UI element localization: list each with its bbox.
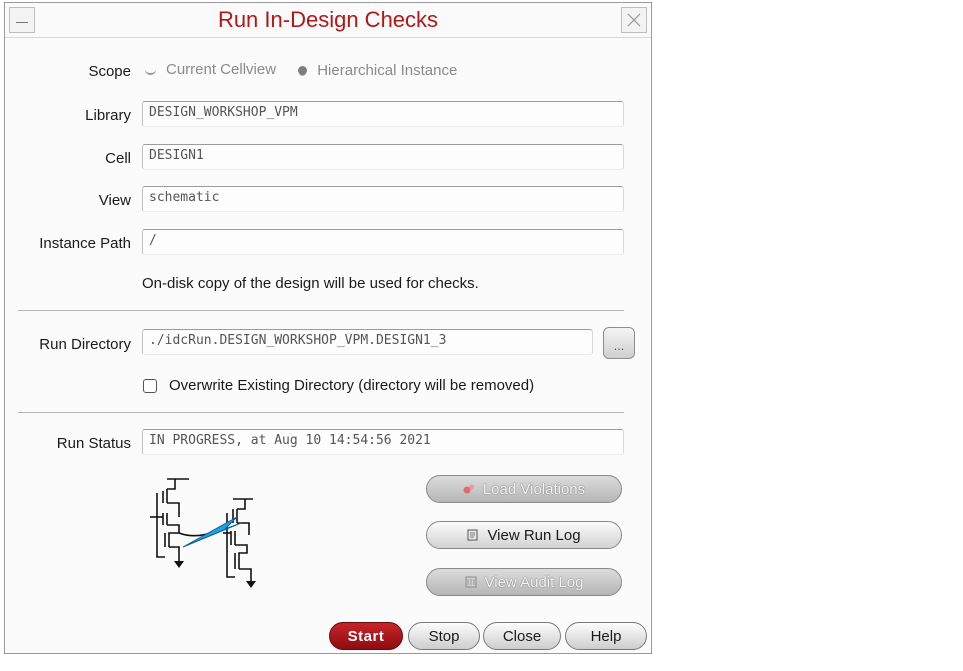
dialog-title: Run In-Design Checks bbox=[217, 7, 439, 32]
audit-log-icon bbox=[465, 576, 477, 588]
load-violations-button[interactable]: Load Violations bbox=[426, 475, 622, 503]
browse-directory-button[interactable]: ... bbox=[603, 327, 635, 359]
run-directory-label: Run Directory bbox=[39, 336, 131, 353]
separator bbox=[18, 412, 624, 413]
start-button[interactable]: Start bbox=[329, 622, 403, 650]
title-bar: Run In-Design Checks bbox=[5, 3, 651, 38]
scope-option-current-cellview[interactable]: Current Cellview bbox=[145, 61, 276, 78]
view-audit-log-button[interactable]: View Audit Log bbox=[426, 568, 622, 596]
close-button[interactable]: Close bbox=[483, 622, 561, 650]
run-status-field: IN PROGRESS, at Aug 10 14:54:56 2021 bbox=[142, 429, 624, 455]
cell-label: Cell bbox=[105, 150, 131, 167]
help-button[interactable]: Help bbox=[565, 622, 647, 650]
scope-radio-group: Current Cellview Hierarchical Instance bbox=[145, 61, 475, 79]
view-field[interactable]: schematic bbox=[142, 186, 624, 212]
separator bbox=[18, 310, 624, 311]
stop-button[interactable]: Stop bbox=[408, 622, 480, 650]
overwrite-checkbox[interactable] bbox=[143, 378, 157, 393]
view-run-log-button[interactable]: View Run Log bbox=[426, 521, 622, 549]
close-icon bbox=[627, 13, 641, 27]
overwrite-label: Overwrite Existing Directory (directory … bbox=[169, 377, 535, 394]
instance-path-label: Instance Path bbox=[39, 235, 131, 252]
radio-unselected-icon bbox=[145, 69, 156, 75]
violations-icon bbox=[463, 484, 474, 494]
scope-label: Scope bbox=[88, 63, 131, 80]
run-status-label: Run Status bbox=[56, 435, 131, 452]
instance-path-field[interactable]: / bbox=[142, 229, 624, 255]
close-window-button[interactable] bbox=[621, 7, 647, 33]
scope-option-hierarchical-instance[interactable]: Hierarchical Instance bbox=[298, 62, 457, 79]
log-file-icon bbox=[467, 529, 478, 541]
library-label: Library bbox=[85, 107, 131, 124]
schematic-checks-illustration bbox=[150, 478, 256, 588]
on-disk-note: On-disk copy of the design will be used … bbox=[142, 275, 479, 292]
run-in-design-checks-dialog: Run In-Design Checks Scope Current Cellv… bbox=[4, 2, 652, 654]
cell-field[interactable]: DESIGN1 bbox=[142, 144, 624, 170]
view-label: View bbox=[98, 192, 131, 209]
overwrite-directory-option[interactable]: Overwrite Existing Directory (directory … bbox=[143, 377, 534, 394]
run-directory-field[interactable]: ./idcRun.DESIGN_WORKSHOP_VPM.DESIGN1_3 bbox=[142, 329, 593, 355]
radio-selected-icon bbox=[298, 66, 308, 75]
library-field[interactable]: DESIGN_WORKSHOP_VPM bbox=[142, 101, 624, 127]
